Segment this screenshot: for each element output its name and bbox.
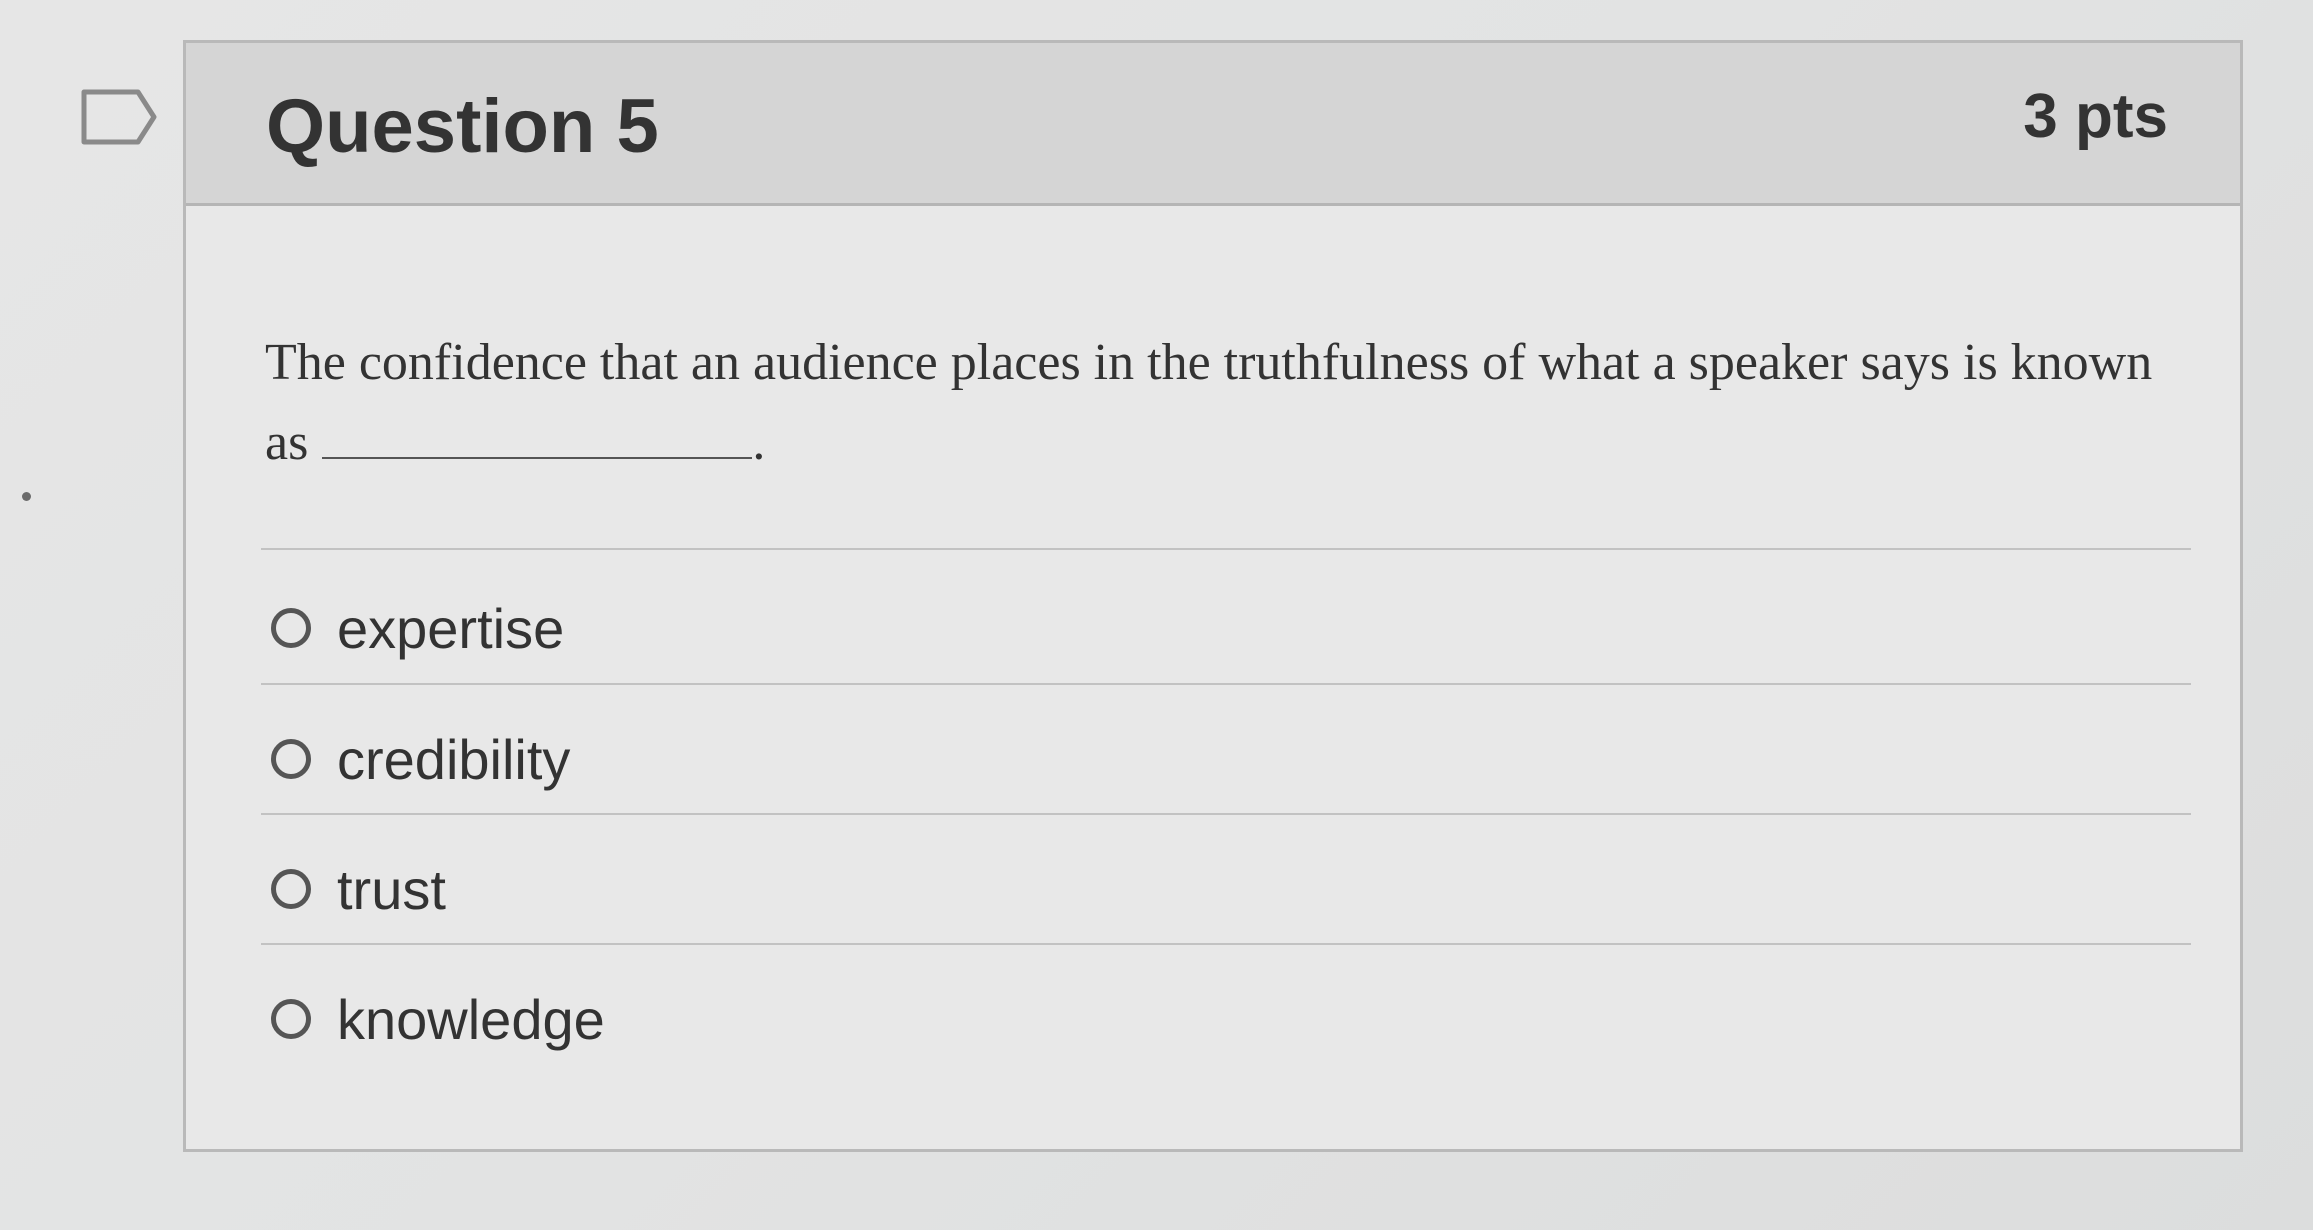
answer-label: credibility [337,727,571,791]
answer-option-trust[interactable]: trust [271,849,446,929]
question-header: Question 5 3 pts [186,43,2240,206]
question-flag-icon[interactable] [80,88,158,146]
radio-circle-icon[interactable] [271,608,311,648]
question-period: . [752,414,766,471]
answer-label: trust [337,857,446,921]
answer-divider [261,813,2191,815]
radio-circle-icon[interactable] [271,739,311,779]
answer-option-credibility[interactable]: credibility [271,719,570,799]
stray-mark [22,492,31,501]
question-card: Question 5 3 pts The confidence that an … [183,40,2243,1152]
answer-divider [261,943,2191,945]
answer-option-knowledge[interactable]: knowledge [271,979,605,1059]
radio-circle-icon[interactable] [271,999,311,1039]
question-title: Question 5 [266,84,659,169]
answer-divider [261,683,2191,685]
question-text: The confidence that an audience places i… [265,323,2165,483]
answer-label: knowledge [337,987,605,1051]
answers-top-divider [261,548,2191,550]
answer-label: expertise [337,596,565,660]
fill-in-blank [322,413,753,459]
answer-option-expertise[interactable]: expertise [271,588,564,668]
question-points: 3 pts [2023,82,2168,151]
radio-circle-icon[interactable] [271,869,311,909]
